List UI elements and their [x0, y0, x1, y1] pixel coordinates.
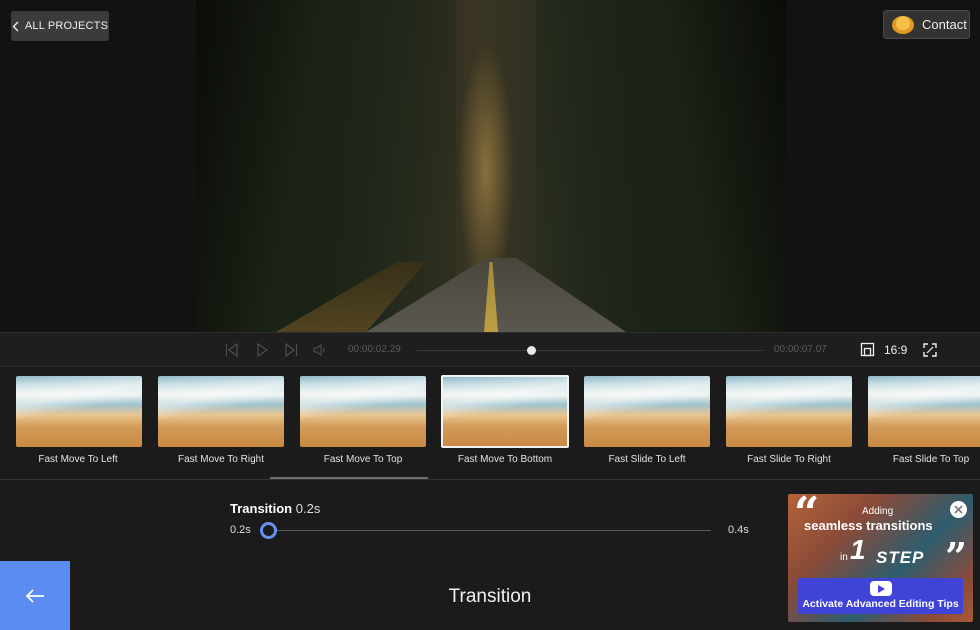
aspect-ratio-icon: [860, 342, 875, 357]
transition-label[interactable]: Fast Slide To Top: [861, 454, 980, 465]
transition-label[interactable]: Fast Move To Top: [293, 454, 433, 465]
slider-min-label: 0.2s: [230, 524, 251, 536]
settings-title: Transition: [230, 501, 293, 516]
transition-thumb-fast-slide-to-top[interactable]: [868, 376, 980, 447]
transition-label[interactable]: Fast Move To Right: [151, 454, 291, 465]
forest-right: [536, 0, 786, 332]
fullscreen-icon[interactable]: [922, 342, 938, 358]
video-frame: [196, 0, 786, 332]
all-projects-label: ALL PROJECTS: [24, 20, 109, 32]
seek-track[interactable]: [417, 350, 763, 351]
promo-banner[interactable]: “ ” Adding seamless transitions in 1 STE…: [788, 494, 973, 622]
total-time: 00:00:07.07: [774, 344, 827, 355]
current-time: 00:00:02.29: [348, 344, 401, 355]
cta-label: Activate Advanced Editing Tips: [802, 598, 959, 610]
transition-thumb-fast-move-to-top[interactable]: [300, 376, 426, 447]
transition-thumb-fast-slide-to-right[interactable]: [726, 376, 852, 447]
duration-slider-handle[interactable]: [260, 522, 277, 539]
support-avatar-icon: [892, 15, 914, 34]
transition-thumb-fast-move-to-left[interactable]: [16, 376, 142, 447]
promo-line4: 1: [850, 534, 866, 565]
transition-thumb-fast-move-to-bottom[interactable]: [441, 375, 569, 448]
play-icon[interactable]: [254, 342, 270, 358]
panel-title: Transition: [448, 586, 532, 607]
settings-value: 0.2s: [295, 501, 321, 516]
aspect-ratio-label: 16:9: [884, 342, 908, 357]
promo-close-button[interactable]: [950, 501, 967, 518]
seek-handle[interactable]: [527, 346, 537, 355]
transition-duration-heading: Transition 0.2s: [230, 501, 320, 516]
chevron-left-icon: [12, 21, 19, 31]
transition-thumb-fast-move-to-right[interactable]: [158, 376, 284, 447]
skip-back-icon[interactable]: [224, 342, 240, 358]
playback-bar: 00:00:02.29 00:00:07.07 16:9: [0, 332, 980, 367]
contact-button[interactable]: Contact: [883, 10, 970, 39]
quote-close-icon: ”: [945, 534, 967, 579]
transition-thumb-fast-slide-to-left[interactable]: [584, 376, 710, 447]
promo-line3: in: [840, 552, 848, 563]
promo-line2: seamless transitions: [804, 518, 933, 533]
activate-tips-button[interactable]: Activate Advanced Editing Tips: [798, 578, 963, 614]
aspect-ratio-button[interactable]: 16:9: [860, 342, 907, 357]
volume-icon[interactable]: [312, 342, 328, 358]
back-button[interactable]: [0, 561, 70, 630]
skip-forward-icon[interactable]: [283, 342, 299, 358]
transition-label[interactable]: Fast Move To Left: [8, 454, 148, 465]
transition-label[interactable]: Fast Slide To Left: [577, 454, 717, 465]
slider-max-label: 0.4s: [728, 524, 749, 536]
video-preview-area: ALL PROJECTS Contact: [0, 0, 980, 332]
contact-label: Contact: [922, 17, 967, 32]
close-icon: [954, 505, 963, 514]
transitions-strip: Fast Move To Left Fast Move To Right Fas…: [0, 368, 980, 480]
duration-slider-track[interactable]: [262, 530, 711, 531]
promo-line5: STEP: [876, 548, 925, 567]
strip-scroll-indicator[interactable]: [270, 477, 428, 479]
promo-line1: Adding: [862, 506, 894, 517]
transition-label[interactable]: Fast Slide To Right: [719, 454, 859, 465]
arrow-left-icon: [25, 588, 44, 603]
all-projects-button[interactable]: ALL PROJECTS: [11, 11, 109, 41]
youtube-play-icon: [870, 581, 892, 596]
transition-label-selected[interactable]: Fast Move To Bottom: [435, 454, 575, 465]
forest-left: [196, 0, 456, 332]
